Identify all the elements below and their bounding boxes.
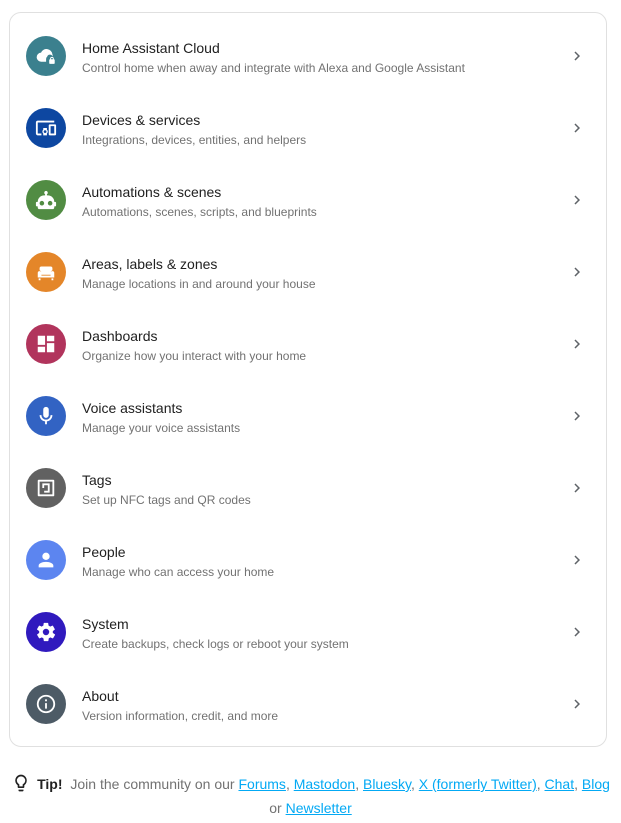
- menu-item-title: Voice assistants: [82, 400, 183, 416]
- cloud-lock-icon: [26, 36, 66, 76]
- tip-label: Tip!: [37, 776, 63, 792]
- menu-item-description: Version information, credit, and more: [82, 709, 279, 723]
- sofa-icon: [26, 252, 66, 292]
- menu-item-title: System: [82, 616, 129, 632]
- settings-menu-card: Home Assistant Cloud Control home when a…: [9, 12, 607, 747]
- menu-item-about[interactable]: About Version information, credit, and m…: [10, 669, 606, 741]
- menu-item-tags[interactable]: Tags Set up NFC tags and QR codes: [10, 453, 606, 525]
- chevron-right-icon: [568, 695, 586, 713]
- menu-item-description: Manage your voice assistants: [82, 421, 241, 435]
- menu-item-description: Manage locations in and around your hous…: [82, 277, 316, 291]
- menu-item-dashboards[interactable]: Dashboards Organize how you interact wit…: [10, 309, 606, 381]
- forums-link[interactable]: Forums: [238, 776, 285, 792]
- tip-or-text: or: [269, 800, 282, 816]
- chevron-right-icon: [568, 335, 586, 353]
- info-icon: [26, 684, 66, 724]
- menu-item-title: People: [82, 544, 126, 560]
- menu-item-system[interactable]: System Create backups, check logs or reb…: [10, 597, 606, 669]
- menu-item-title: Automations & scenes: [82, 184, 222, 200]
- lightbulb-icon: [11, 773, 31, 793]
- menu-item-home-assistant-cloud[interactable]: Home Assistant Cloud Control home when a…: [10, 21, 606, 93]
- menu-item-description: Integrations, devices, entities, and hel…: [82, 133, 307, 147]
- devices-icon: [26, 108, 66, 148]
- dashboard-icon: [26, 324, 66, 364]
- chevron-right-icon: [568, 551, 586, 569]
- robot-icon: [26, 180, 66, 220]
- menu-item-description: Create backups, check logs or reboot you…: [82, 637, 349, 651]
- menu-item-description: Set up NFC tags and QR codes: [82, 493, 251, 507]
- chevron-right-icon: [568, 263, 586, 281]
- chevron-right-icon: [568, 479, 586, 497]
- menu-item-people[interactable]: People Manage who can access your home: [10, 525, 606, 597]
- menu-item-title: Dashboards: [82, 328, 158, 344]
- chevron-right-icon: [568, 407, 586, 425]
- newsletter-link[interactable]: Newsletter: [286, 800, 352, 816]
- menu-item-title: About: [82, 688, 119, 704]
- microphone-icon: [26, 396, 66, 436]
- menu-item-description: Manage who can access your home: [82, 565, 275, 579]
- menu-item-description: Automations, scenes, scripts, and bluepr…: [82, 205, 317, 219]
- nfc-tag-icon: [26, 468, 66, 508]
- menu-item-automations-scenes[interactable]: Automations & scenes Automations, scenes…: [10, 165, 606, 237]
- menu-item-description: Control home when away and integrate wit…: [82, 61, 465, 75]
- menu-item-title: Devices & services: [82, 112, 201, 128]
- chat-link[interactable]: Chat: [545, 776, 575, 792]
- settings-menu-list: Home Assistant Cloud Control home when a…: [10, 13, 606, 741]
- community-tip: Tip! Join the community on our Forums, M…: [0, 772, 621, 820]
- menu-item-description: Organize how you interact with your home: [82, 349, 307, 363]
- x-twitter-link[interactable]: X (formerly Twitter): [419, 776, 537, 792]
- menu-item-voice-assistants[interactable]: Voice assistants Manage your voice assis…: [10, 381, 606, 453]
- blog-link[interactable]: Blog: [582, 776, 610, 792]
- menu-item-title: Tags: [82, 472, 112, 488]
- menu-item-title: Areas, labels & zones: [82, 256, 218, 272]
- menu-item-devices-services[interactable]: Devices & services Integrations, devices…: [10, 93, 606, 165]
- mastodon-link[interactable]: Mastodon: [294, 776, 355, 792]
- chevron-right-icon: [568, 191, 586, 209]
- tip-text: Join the community on our: [70, 776, 235, 792]
- chevron-right-icon: [568, 47, 586, 65]
- gear-icon: [26, 612, 66, 652]
- chevron-right-icon: [568, 119, 586, 137]
- menu-item-title: Home Assistant Cloud: [82, 40, 220, 56]
- menu-item-areas-labels-zones[interactable]: Areas, labels & zones Manage locations i…: [10, 237, 606, 309]
- bluesky-link[interactable]: Bluesky: [363, 776, 411, 792]
- person-icon: [26, 540, 66, 580]
- chevron-right-icon: [568, 623, 586, 641]
